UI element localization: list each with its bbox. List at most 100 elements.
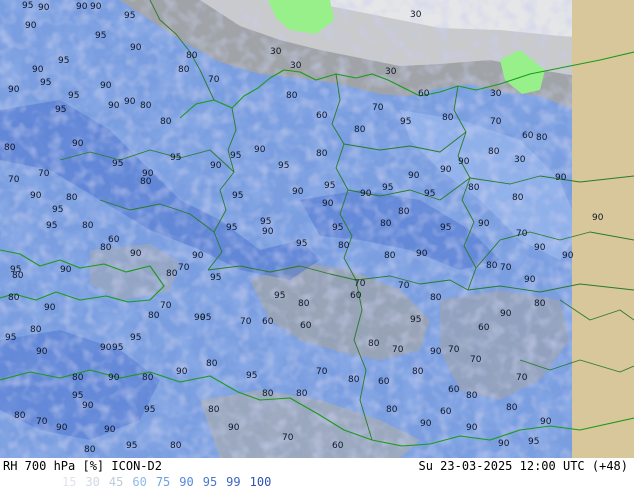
legend-item: 75 xyxy=(155,475,171,489)
contour-label: 95 xyxy=(232,191,243,201)
model-name: ICON-D2 xyxy=(111,459,162,473)
contour-label: 80 xyxy=(166,269,178,279)
contour-label: 70 xyxy=(398,281,410,291)
contour-label: 90 xyxy=(524,275,536,285)
legend-item: 60 xyxy=(132,475,147,489)
contour-label: 90 xyxy=(56,423,68,433)
contour-label: 80 xyxy=(506,403,518,413)
contour-label: 95 xyxy=(400,117,411,127)
contour-label: 90 xyxy=(100,343,112,353)
contour-label: 80 xyxy=(386,405,398,415)
variable-name: RH 700 hPa [%] xyxy=(3,459,105,473)
contour-label: 90 xyxy=(466,423,478,433)
contour-label: 80 xyxy=(206,359,218,369)
contour-label: 60 xyxy=(378,377,390,387)
contour-label: 80 xyxy=(430,293,442,303)
contour-label: 90 xyxy=(30,191,42,201)
contour-label: 90 xyxy=(108,101,120,111)
contour-label: 70 xyxy=(490,117,502,127)
contour-label: 70 xyxy=(354,279,366,289)
contour-label: 95 xyxy=(68,91,79,101)
contour-label: 90 xyxy=(360,189,372,199)
contour-label: 70 xyxy=(160,301,172,311)
contour-label: 90 xyxy=(420,419,432,429)
contour-label: 60 xyxy=(478,323,490,333)
contour-label: 95 xyxy=(130,333,141,343)
contour-label: 30 xyxy=(410,10,422,20)
contour-label: 60 xyxy=(300,321,312,331)
contour-label: 95 xyxy=(296,239,307,249)
variable-title: RH 700 hPa [%] ICON-D2 xyxy=(3,459,162,473)
contour-label: 95 xyxy=(246,371,257,381)
contour-label: 95 xyxy=(424,189,435,199)
contour-label: 70 xyxy=(470,355,482,365)
contour-label: 90 xyxy=(292,187,304,197)
contour-label: 80 xyxy=(84,445,96,455)
contour-label: 80 xyxy=(14,411,26,421)
contour-label: 95 xyxy=(40,78,51,88)
contour-label: 90 xyxy=(32,65,44,75)
contour-label: 90 xyxy=(130,249,142,259)
contour-label: 80 xyxy=(354,125,366,135)
contour-label: 80 xyxy=(348,375,360,385)
contour-label: 90 xyxy=(44,303,56,313)
contour-label: 80 xyxy=(286,91,298,101)
valid-time: Su 23-03-2025 12:00 UTC (+48) xyxy=(418,459,628,473)
contour-label: 95 xyxy=(5,333,16,343)
contour-label: 95 xyxy=(126,441,137,451)
contour-label: 90 xyxy=(130,43,142,53)
contour-label: 95 xyxy=(226,223,237,233)
rh-map: 95 90 90 90 95 90 95 90 95 90 95 90 95 90 90 95 80 90 80 80… xyxy=(0,0,634,458)
contour-label: 60 xyxy=(448,385,460,395)
contour-label: 80 xyxy=(140,101,152,111)
contour-label: 90 xyxy=(322,199,334,209)
contour-label: 90 xyxy=(76,2,88,12)
contour-label: 90 xyxy=(262,227,274,237)
contour-label: 95 xyxy=(46,221,57,231)
contour-label: 70 xyxy=(8,175,20,185)
contour-label: 70 xyxy=(316,367,328,377)
contour-label: 30 xyxy=(290,61,302,71)
contour-label: 80 xyxy=(488,147,500,157)
contour-label: 70 xyxy=(392,345,404,355)
color-legend: 15 30 45 60 75 90 95 99 100 xyxy=(62,475,280,489)
contour-label: 80 xyxy=(4,143,16,153)
contour-label: 80 xyxy=(8,293,20,303)
contour-label: 80 xyxy=(296,389,308,399)
legend-item: 99 xyxy=(226,475,241,489)
contour-label: 90 xyxy=(100,81,112,91)
contour-label: 90 xyxy=(104,425,116,435)
contour-label: 95 xyxy=(260,217,271,227)
contour-label: 60 xyxy=(418,89,430,99)
contour-label: 60 xyxy=(108,235,120,245)
contour-label: 80 xyxy=(30,325,42,335)
contour-label: 70 xyxy=(282,433,294,443)
legend-item: 30 xyxy=(85,475,100,489)
contour-label: 80 xyxy=(208,405,220,415)
contour-label: 90 xyxy=(498,439,510,449)
contour-label: 90 xyxy=(500,309,512,319)
contour-label: 95 xyxy=(95,31,106,41)
legend-item: 95 xyxy=(202,475,218,489)
contour-label: 95 xyxy=(170,153,181,163)
contour-label: 95 xyxy=(210,273,221,283)
contour-label: 95 xyxy=(440,223,451,233)
contour-label: 80 xyxy=(368,339,380,349)
legend-item: 45 xyxy=(108,475,124,489)
contour-label: 80 xyxy=(72,373,84,383)
contour-label: 95 xyxy=(274,291,285,301)
contour-label: 80 xyxy=(468,183,480,193)
contour-label: 80 xyxy=(178,65,190,75)
contour-label: 80 xyxy=(442,113,454,123)
contour-label: 80 xyxy=(160,117,172,127)
contour-label: 95 xyxy=(382,183,393,193)
contour-label: 80 xyxy=(338,241,350,251)
contour-label: 30 xyxy=(514,155,526,165)
legend-item: 90 xyxy=(179,475,194,489)
contour-label: 95 xyxy=(22,1,33,11)
contour-label: 60 xyxy=(350,291,362,301)
map-footer: RH 700 hPa [%] ICON-D2 Su 23-03-2025 12:… xyxy=(0,458,634,490)
contour-label: 90 xyxy=(72,139,84,149)
contour-label: 95 xyxy=(52,205,63,215)
contour-label: 90 xyxy=(25,21,37,31)
